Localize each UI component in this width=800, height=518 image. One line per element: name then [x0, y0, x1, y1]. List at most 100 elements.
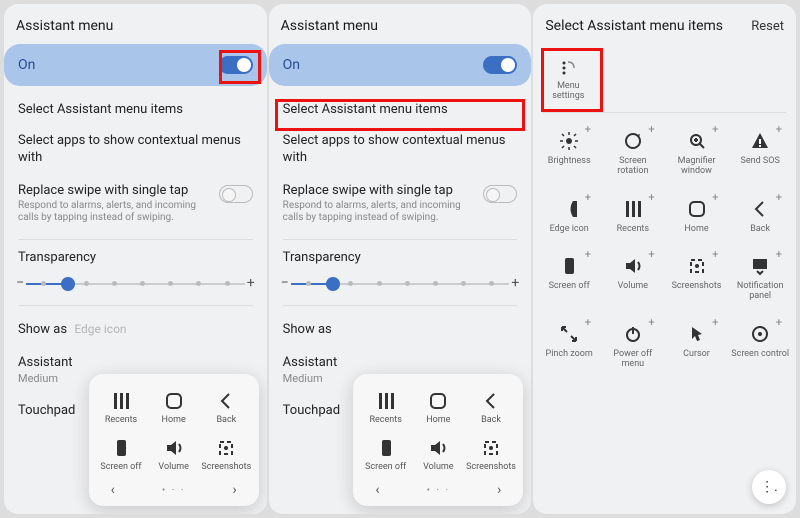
divider [283, 239, 518, 240]
grid-item-screenctrl[interactable]: +Screen control [728, 312, 792, 380]
recents-icon [95, 388, 148, 414]
slider-thumb[interactable] [61, 277, 75, 291]
add-icon[interactable]: + [712, 316, 718, 329]
assistant-menu-switch[interactable] [219, 56, 253, 74]
screenshot-icon [200, 435, 253, 461]
grid-item-rotation[interactable]: +Screen rotation [601, 119, 665, 187]
popup-next-icon[interactable]: › [497, 482, 501, 498]
screen1-header: Assistant menu [4, 4, 267, 44]
popup-prev-icon[interactable]: ‹ [111, 482, 115, 498]
grid-item-brightness[interactable]: +Brightness [537, 119, 601, 187]
grid-item-pinch[interactable]: +Pinch zoom [537, 312, 601, 380]
add-icon[interactable]: + [712, 191, 718, 204]
select-assistant-items-link[interactable]: Select Assistant menu items [269, 94, 532, 125]
popup-item-screenoff[interactable]: Screen off [359, 431, 412, 476]
add-icon[interactable]: + [776, 248, 782, 261]
grid-item-edge[interactable]: +Edge icon [537, 187, 601, 245]
transparency-label: Transparency [283, 250, 518, 265]
grid-item-power[interactable]: +Power off menu [601, 312, 665, 380]
select-apps-link[interactable]: Select apps to show contextual menus wit… [4, 125, 267, 175]
add-icon[interactable]: + [585, 316, 591, 329]
screen3-title: Select Assistant menu items [545, 18, 723, 34]
grid-item-back[interactable]: +Back [728, 187, 792, 245]
add-icon[interactable]: + [585, 248, 591, 261]
transparency-row: Transparency − + [269, 246, 532, 299]
slider-minus-icon[interactable]: − [281, 275, 289, 291]
grid-item-cursor[interactable]: +Cursor [665, 312, 729, 380]
slider-thumb[interactable] [326, 277, 340, 291]
add-icon[interactable]: + [712, 248, 718, 261]
popup-item-home[interactable]: Home [147, 384, 200, 429]
reset-button[interactable]: Reset [751, 19, 784, 34]
popup-item-screenshots[interactable]: Screenshots [200, 431, 253, 476]
replace-swipe-switch[interactable] [219, 185, 253, 203]
assistant-menu-toggle-row[interactable]: On [4, 44, 267, 86]
popup-item-screenshots[interactable]: Screenshots [465, 431, 518, 476]
grid-item-magnifier[interactable]: +Magnifier window [665, 119, 729, 187]
assistant-size-label[interactable]: Assistant [4, 337, 267, 370]
recents-icon [359, 388, 412, 414]
grid-item-recents[interactable]: +Recents [601, 187, 665, 245]
popup-item-back[interactable]: Back [200, 384, 253, 429]
add-icon[interactable]: + [648, 191, 654, 204]
menu-items-grid: +Brightness +Screen rotation +Magnifier … [533, 115, 796, 384]
select-assistant-items-link[interactable]: Select Assistant menu items [4, 94, 267, 125]
grid-item-notif[interactable]: +Notification panel [728, 244, 792, 312]
popup-item-volume[interactable]: Volume [412, 431, 465, 476]
popup-item-recents[interactable]: Recents [95, 384, 148, 429]
assistant-menu-toggle-row[interactable]: On [269, 44, 532, 86]
add-icon[interactable]: + [648, 248, 654, 261]
show-as-label[interactable]: Show as [269, 312, 532, 337]
popup-item-back[interactable]: Back [465, 384, 518, 429]
divider [18, 305, 253, 306]
popup-item-recents[interactable]: Recents [359, 384, 412, 429]
replace-swipe-row[interactable]: Replace swipe with single tap Respond to… [269, 175, 532, 233]
show-as-label[interactable]: Show as Edge icon [4, 312, 267, 337]
popup-page-dots: • · · [427, 485, 451, 496]
transparency-label: Transparency [18, 250, 253, 265]
assistant-floating-menu[interactable]: Recents Home Back Screen off Volume Scre… [89, 374, 259, 506]
replace-swipe-switch[interactable] [483, 185, 517, 203]
add-icon[interactable]: + [585, 191, 591, 204]
add-icon[interactable]: + [776, 123, 782, 136]
screen-1: Assistant menu On Select Assistant menu … [4, 4, 267, 514]
divider [283, 305, 518, 306]
transparency-slider[interactable]: − + [283, 277, 518, 291]
replace-swipe-row[interactable]: Replace swipe with single tap Respond to… [4, 175, 267, 233]
screen3-header: Select Assistant menu items Reset [533, 4, 796, 44]
transparency-slider[interactable]: − + [18, 277, 253, 291]
replace-swipe-title: Replace swipe with single tap [18, 183, 219, 198]
popup-prev-icon[interactable]: ‹ [375, 482, 379, 498]
select-apps-link[interactable]: Select apps to show contextual menus wit… [269, 125, 532, 175]
slider-plus-icon[interactable]: + [511, 275, 519, 291]
add-icon[interactable]: + [712, 123, 718, 136]
screenoff-icon [359, 435, 412, 461]
assistant-size-label[interactable]: Assistant [269, 337, 532, 370]
add-icon[interactable]: + [776, 191, 782, 204]
grid-item-screenoff[interactable]: +Screen off [537, 244, 601, 312]
add-icon[interactable]: + [585, 123, 591, 136]
add-icon[interactable]: + [648, 316, 654, 329]
popup-item-home[interactable]: Home [412, 384, 465, 429]
menu-settings-item[interactable]: Menu settings [541, 50, 595, 106]
transparency-row: Transparency − + [4, 246, 267, 299]
assistant-floating-menu[interactable]: Recents Home Back Screen off Volume Scre… [353, 374, 523, 506]
grid-item-sos[interactable]: +Send SOS [728, 119, 792, 187]
grid-item-screenshots[interactable]: +Screenshots [665, 244, 729, 312]
divider [18, 239, 253, 240]
slider-minus-icon[interactable]: − [16, 275, 24, 291]
popup-next-icon[interactable]: › [232, 482, 236, 498]
volume-icon [412, 435, 465, 461]
screen2-header: Assistant menu [269, 4, 532, 44]
replace-swipe-title: Replace swipe with single tap [283, 183, 484, 198]
popup-item-screenoff[interactable]: Screen off [95, 431, 148, 476]
grid-item-home[interactable]: +Home [665, 187, 729, 245]
popup-item-volume[interactable]: Volume [147, 431, 200, 476]
assistant-fab[interactable]: ⋮. [752, 470, 786, 504]
replace-swipe-sub: Respond to alarms, alerts, and incoming … [18, 200, 219, 225]
add-icon[interactable]: + [648, 123, 654, 136]
add-icon[interactable]: + [776, 316, 782, 329]
slider-plus-icon[interactable]: + [247, 275, 255, 291]
grid-item-volume[interactable]: +Volume [601, 244, 665, 312]
assistant-menu-switch[interactable] [483, 56, 517, 74]
